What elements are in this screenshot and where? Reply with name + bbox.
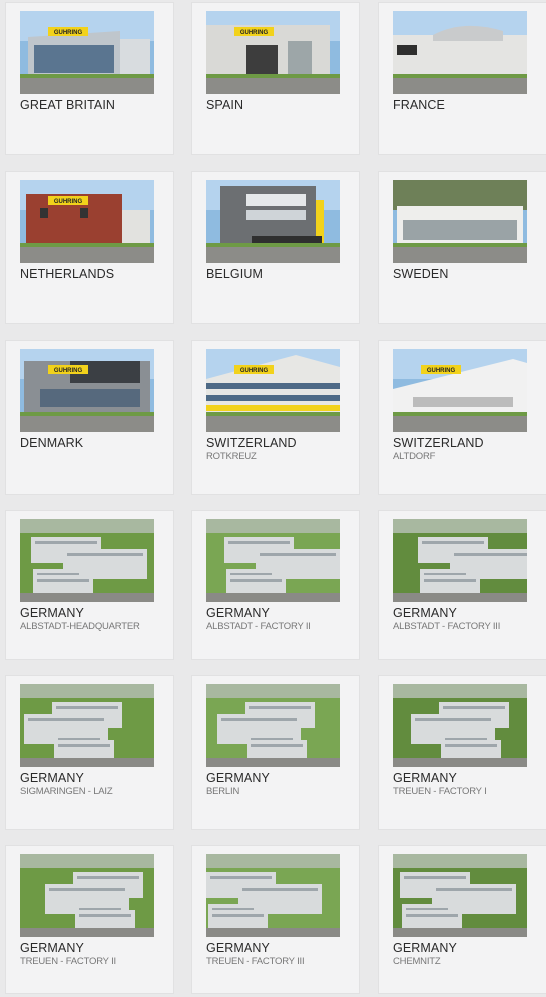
svg-text:GUHRING: GUHRING: [427, 368, 456, 374]
location-photo: [20, 854, 154, 937]
location-site: ROTKREUZ: [206, 451, 257, 462]
location-site: ALBSTADT - FACTORY III: [393, 621, 501, 632]
location-country: GERMANY: [206, 941, 270, 955]
location-photo: [393, 519, 527, 602]
location-photo: GUHRING: [20, 11, 154, 94]
location-photo: [206, 519, 340, 602]
location-photo: [393, 684, 527, 767]
svg-text:GUHRING: GUHRING: [54, 199, 83, 205]
location-photo: [206, 180, 340, 263]
location-photo: GUHRING: [206, 11, 340, 94]
location-card: GERMANY ALBSTADT - FACTORY III: [379, 511, 546, 659]
location-country: GERMANY: [20, 606, 84, 620]
location-country: SPAIN: [206, 98, 244, 112]
location-photo: GUHRING: [393, 349, 527, 432]
location-photo: [20, 684, 154, 767]
location-site: CHEMNITZ: [393, 956, 441, 967]
location-site: ALTDORF: [393, 451, 436, 462]
location-card: GERMANY CHEMNITZ: [379, 846, 546, 993]
location-card: GERMANY TREUEN - FACTORY II: [6, 846, 173, 993]
location-card: GERMANY TREUEN - FACTORY I: [379, 676, 546, 829]
location-site: BERLIN: [206, 786, 240, 797]
location-photo: GUHRING: [20, 349, 154, 432]
svg-text:GUHRING: GUHRING: [240, 368, 269, 374]
location-country: NETHERLANDS: [20, 267, 115, 281]
location-country: GERMANY: [206, 606, 270, 620]
location-card: GERMANY ALBSTADT - FACTORY II: [192, 511, 359, 659]
location-card: SWEDEN: [379, 172, 546, 323]
location-country: SWEDEN: [393, 267, 449, 281]
location-country: BELGIUM: [206, 267, 263, 281]
location-card: BELGIUM: [192, 172, 359, 323]
location-site: TREUEN - FACTORY III: [206, 956, 305, 967]
location-card: GERMANY SIGMARINGEN - LAIZ: [6, 676, 173, 829]
location-site: ALBSTADT-HEADQUARTER: [20, 621, 140, 632]
location-site: TREUEN - FACTORY I: [393, 786, 487, 797]
svg-text:GUHRING: GUHRING: [54, 368, 83, 374]
location-photo: [206, 854, 340, 937]
location-card: GERMANY BERLIN: [192, 676, 359, 829]
location-card: FRANCE: [379, 3, 546, 154]
location-card: GUHRING DENMARK: [6, 341, 173, 494]
location-country: DENMARK: [20, 436, 84, 450]
location-country: SWITZERLAND: [206, 436, 297, 450]
location-country: FRANCE: [393, 98, 445, 112]
location-site: ALBSTADT - FACTORY II: [206, 621, 311, 632]
location-country: GERMANY: [20, 941, 84, 955]
location-photo: [393, 854, 527, 937]
location-card: GERMANY TREUEN - FACTORY III: [192, 846, 359, 993]
location-country: GREAT BRITAIN: [20, 98, 116, 112]
svg-text:GUHRING: GUHRING: [54, 30, 83, 36]
location-country: SWITZERLAND: [393, 436, 484, 450]
location-card: GUHRING NETHERLANDS: [6, 172, 173, 323]
location-country: GERMANY: [20, 771, 84, 785]
location-country: GERMANY: [393, 606, 457, 620]
location-photo: [206, 684, 340, 767]
location-card: GUHRING GREAT BRITAIN: [6, 3, 173, 154]
location-photo: GUHRING: [20, 180, 154, 263]
svg-text:GUHRING: GUHRING: [240, 30, 269, 36]
location-photo: [393, 180, 527, 263]
location-card: GUHRING SWITZERLAND ALTDORF: [379, 341, 546, 494]
location-site: SIGMARINGEN - LAIZ: [20, 786, 113, 797]
location-country: GERMANY: [393, 941, 457, 955]
location-photo: [393, 11, 527, 94]
location-card: GUHRING SWITZERLAND ROTKREUZ: [192, 341, 359, 494]
location-photo: GUHRING: [206, 349, 340, 432]
location-photo: [20, 519, 154, 602]
location-country: GERMANY: [206, 771, 270, 785]
location-country: GERMANY: [393, 771, 457, 785]
location-card: GUHRING SPAIN: [192, 3, 359, 154]
location-site: TREUEN - FACTORY II: [20, 956, 116, 967]
location-card: GERMANY ALBSTADT-HEADQUARTER: [6, 511, 173, 659]
